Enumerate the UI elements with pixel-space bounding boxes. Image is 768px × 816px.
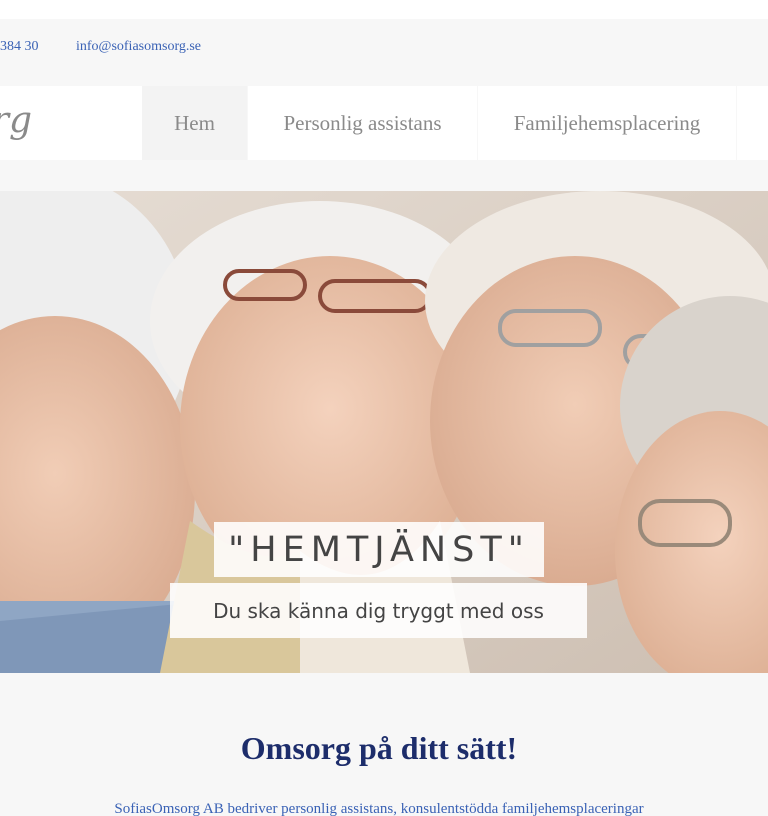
contact-phone-link[interactable]: 384 30 [0,39,39,55]
logo-text: org [0,100,32,141]
contact-bar: 384 30 info@sofiasomsorg.se [0,19,768,86]
hero-banner: "HEMTJÄNST" Du ska känna dig tryggt med … [0,191,768,673]
hero-subtitle-box: Du ska känna dig tryggt med oss [170,583,587,638]
nav-item-personlig-assistans[interactable]: Personlig assistans [248,86,477,160]
hero-title-box: "HEMTJÄNST" [214,522,544,577]
intro-section: Omsorg på ditt sätt! SofiasOmsorg AB bed… [0,673,768,816]
intro-heading: Omsorg på ditt sätt! [240,730,518,766]
nav-item-label: Personlig assistans [283,110,442,135]
site-logo[interactable]: org [0,86,142,160]
intro-body: SofiasOmsorg AB bedriver personlig assis… [114,801,644,816]
main-navigation: org Hem Personlig assistans Familjehemsp… [0,86,768,191]
nav-item-more[interactable] [737,86,768,160]
hero-title: "HEMTJÄNST" [228,529,530,570]
hero-subtitle: Du ska känna dig tryggt med oss [213,598,544,623]
nav-item-hem[interactable]: Hem [142,86,247,160]
top-strip [0,0,768,19]
nav-item-label: Familjehemsplacering [513,110,701,135]
contact-email-link[interactable]: info@sofiasomsorg.se [76,39,201,55]
nav-item-familjehemsplacering[interactable]: Familjehemsplacering [478,86,736,160]
nav-item-label: Hem [174,110,215,135]
